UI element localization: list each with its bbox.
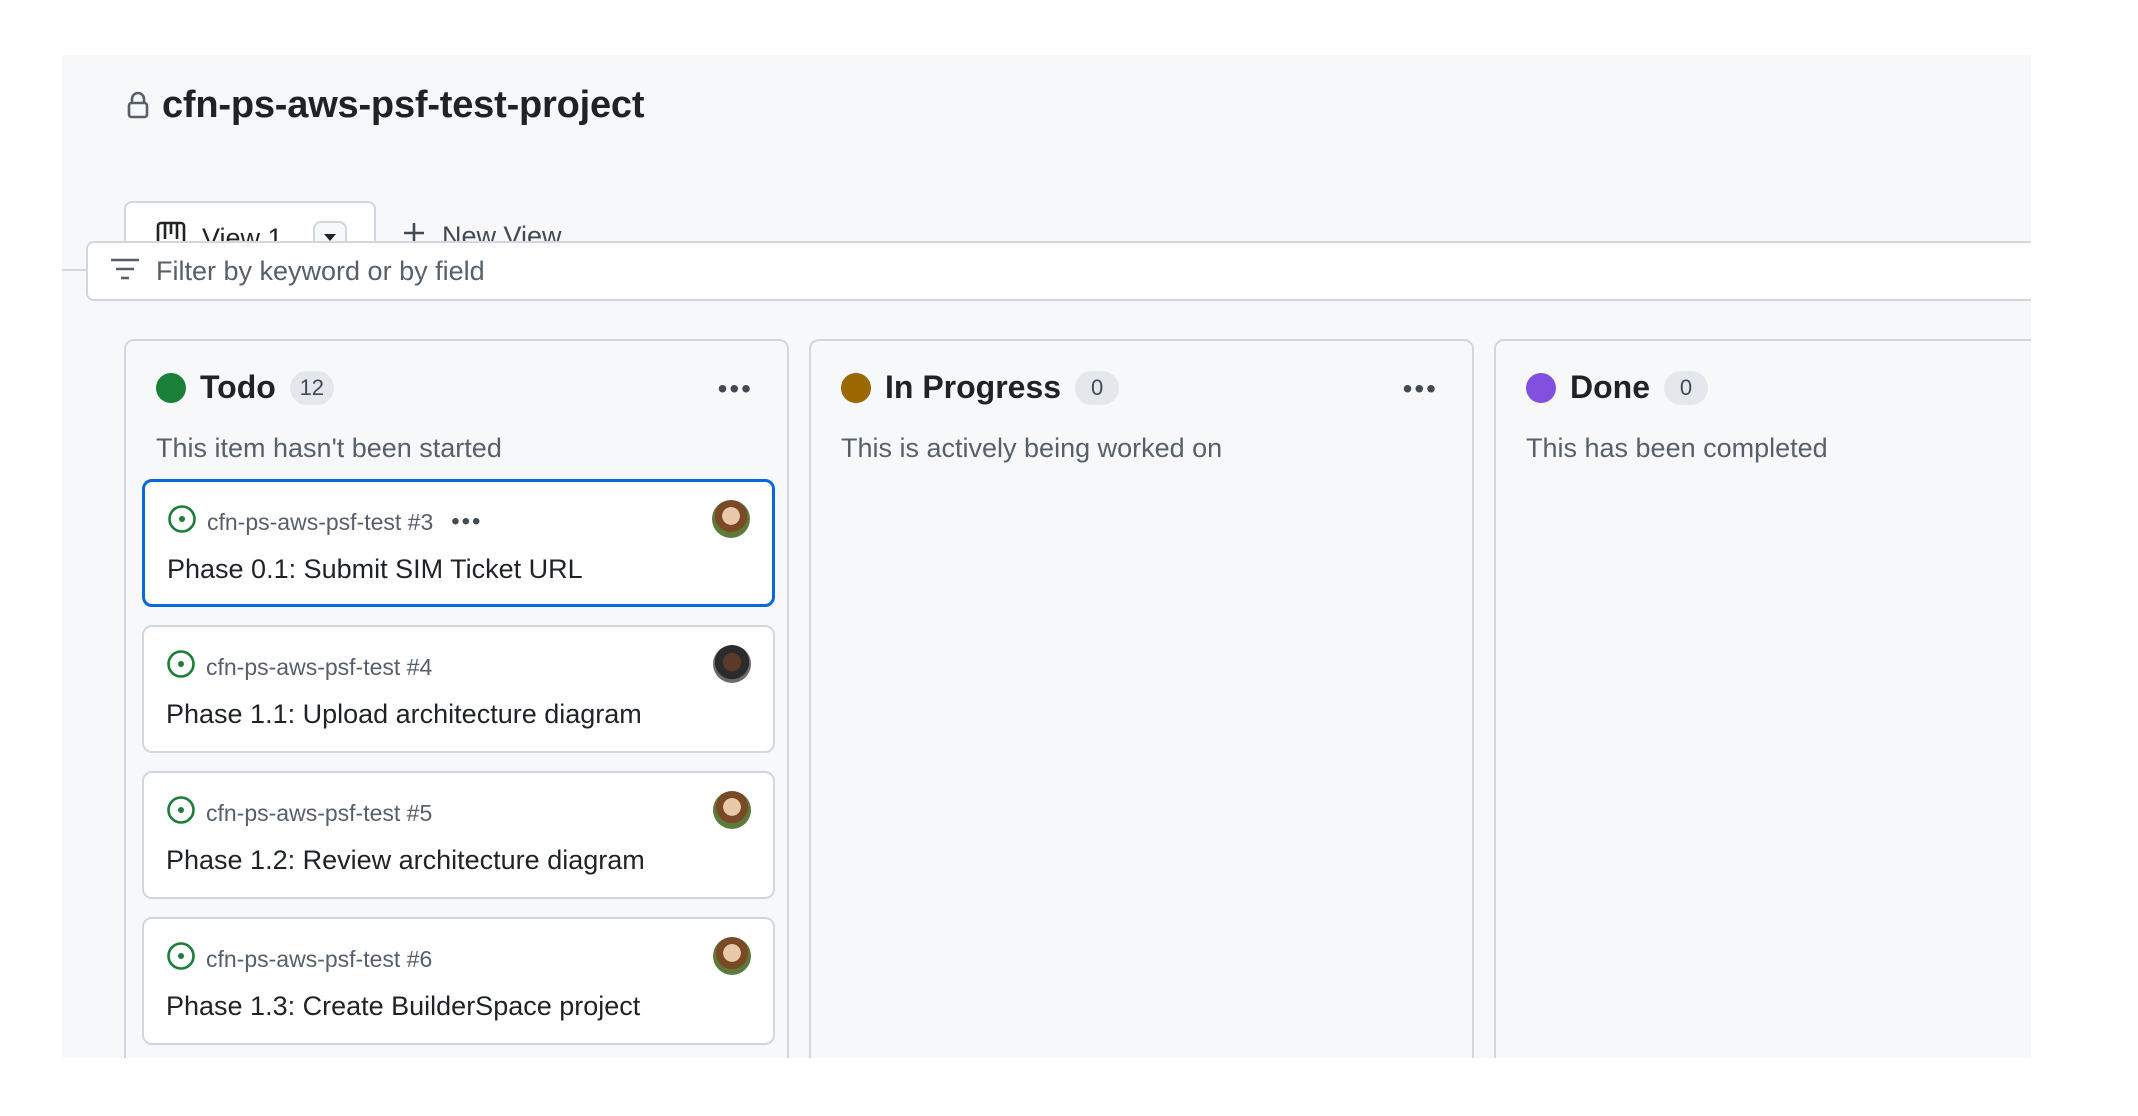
issue-reference[interactable]: cfn-ps-aws-psf-test #4 xyxy=(206,654,432,681)
issue-open-icon xyxy=(166,649,196,685)
item-count-badge: 12 xyxy=(289,370,334,405)
issue-card[interactable]: cfn-ps-aws-psf-test #5 Phase 1.2: Review… xyxy=(142,771,775,899)
filter-placeholder: Filter by keyword or by field xyxy=(156,255,485,286)
issue-open-icon xyxy=(167,504,197,540)
column-header: Todo 12 xyxy=(156,369,334,406)
issue-card[interactable]: cfn-ps-aws-psf-test #3 ••• Phase 0.1: Su… xyxy=(142,479,775,607)
column-description: This item hasn't been started xyxy=(156,433,502,463)
status-dot-icon xyxy=(841,372,871,403)
filter-icon xyxy=(110,257,140,286)
card-meta: cfn-ps-aws-psf-test #3 ••• xyxy=(167,504,482,540)
card-meta: cfn-ps-aws-psf-test #5 xyxy=(166,795,432,831)
card-meta: cfn-ps-aws-psf-test #6 xyxy=(166,941,432,977)
column-title: Todo xyxy=(200,369,276,405)
assignee-avatar[interactable] xyxy=(712,500,750,538)
lock-icon xyxy=(124,88,152,122)
column-title: In Progress xyxy=(885,369,1062,405)
issue-open-icon xyxy=(166,795,196,831)
issue-title[interactable]: Phase 1.1: Upload architecture diagram xyxy=(166,699,642,730)
status-dot-icon xyxy=(1526,372,1556,403)
card-menu-button[interactable]: ••• xyxy=(451,508,482,536)
assignee-avatar[interactable] xyxy=(713,937,751,975)
issue-title[interactable]: Phase 1.3: Create BuilderSpace project xyxy=(166,991,640,1022)
assignee-avatar[interactable] xyxy=(713,645,751,683)
issue-open-icon xyxy=(166,941,196,977)
project-title: cfn-ps-aws-psf-test-project xyxy=(162,83,645,126)
issue-reference[interactable]: cfn-ps-aws-psf-test #6 xyxy=(206,946,432,973)
filter-input[interactable]: Filter by keyword or by field xyxy=(86,241,2031,301)
column-header: Done 0 xyxy=(1526,369,1708,406)
column-menu-button[interactable]: ••• xyxy=(1403,375,1438,403)
issue-card[interactable]: cfn-ps-aws-psf-test #4 Phase 1.1: Upload… xyxy=(142,625,775,753)
column-header: In Progress 0 xyxy=(841,369,1120,406)
issue-reference[interactable]: cfn-ps-aws-psf-test #3 xyxy=(207,509,433,536)
issue-card[interactable]: cfn-ps-aws-psf-test #6 Phase 1.3: Create… xyxy=(142,917,775,1045)
column-menu-button[interactable]: ••• xyxy=(718,375,753,403)
column-todo: Todo 12 ••• This item hasn't been starte… xyxy=(124,339,789,1058)
column-description: This has been completed xyxy=(1526,433,1828,463)
column-title: Done xyxy=(1570,369,1650,405)
status-dot-icon xyxy=(156,372,186,403)
assignee-avatar[interactable] xyxy=(713,791,751,829)
item-count-badge: 0 xyxy=(1075,370,1120,405)
issue-title[interactable]: Phase 1.2: Review architecture diagram xyxy=(166,845,645,876)
column-description: This is actively being worked on xyxy=(841,433,1223,463)
card-meta: cfn-ps-aws-psf-test #4 xyxy=(166,649,432,685)
project-board: cfn-ps-aws-psf-test-project View 1 New V… xyxy=(62,55,2031,1058)
item-count-badge: 0 xyxy=(1664,370,1708,405)
project-header: cfn-ps-aws-psf-test-project xyxy=(124,81,645,129)
issue-reference[interactable]: cfn-ps-aws-psf-test #5 xyxy=(206,800,432,827)
issue-title[interactable]: Phase 0.1: Submit SIM Ticket URL xyxy=(167,554,583,585)
column-in-progress: In Progress 0 ••• This is actively being… xyxy=(809,339,1474,1058)
column-done: Done 0 This has been completed xyxy=(1494,339,2031,1058)
